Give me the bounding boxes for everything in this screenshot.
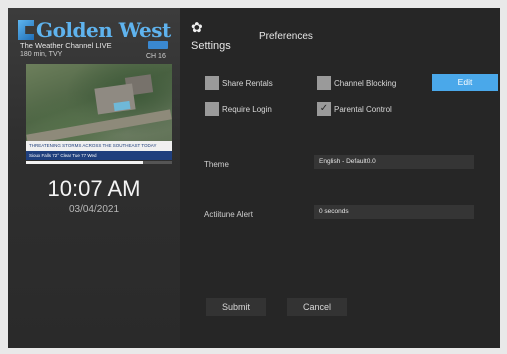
preview-ticker: Sioux Falls 72° Clear Tue 77 Wed: [26, 151, 172, 160]
channel-logo-badge: [148, 41, 168, 49]
share-rentals-checkbox[interactable]: [205, 76, 219, 90]
require-login-label: Require Login: [222, 104, 272, 114]
preview-lower-third: THREATENING STORMS ACROSS THE SOUTHEAST …: [26, 141, 172, 151]
channel-blocking-label: Channel Blocking: [334, 78, 397, 88]
require-login-checkbox[interactable]: [205, 102, 219, 116]
logo-mark-icon: [18, 20, 34, 40]
actiitune-alert-label: Actiitune Alert: [204, 210, 253, 219]
current-time: 10:07 AM: [47, 176, 141, 201]
logo-text: Golden West: [36, 18, 171, 42]
theme-select[interactable]: English - Default0.0: [314, 155, 474, 169]
share-rentals-option[interactable]: Share Rentals: [205, 76, 273, 90]
live-preview[interactable]: THREATENING STORMS ACROSS THE SOUTHEAST …: [26, 64, 172, 160]
gear-icon: ✿: [191, 20, 203, 36]
channel-number: CH 16: [146, 53, 166, 60]
program-progress-fill: [26, 161, 143, 164]
cancel-button[interactable]: Cancel: [287, 298, 347, 316]
parental-control-label: Parental Control: [334, 104, 392, 114]
edit-button[interactable]: Edit: [432, 74, 498, 91]
require-login-option[interactable]: Require Login: [205, 102, 272, 116]
checkmark-icon: ✓: [319, 103, 329, 114]
current-date: 03/04/2021: [68, 204, 120, 215]
program-info: 180 min, TVY: [20, 51, 63, 58]
page-title: Preferences: [259, 31, 313, 42]
settings-label: Settings: [191, 40, 231, 52]
channel-name: The Weather Channel LIVE: [20, 41, 112, 50]
channel-blocking-checkbox[interactable]: [317, 76, 331, 90]
parental-control-option[interactable]: ✓ Parental Control: [317, 102, 392, 116]
provider-logo: Golden West: [18, 16, 171, 44]
parental-control-checkbox[interactable]: ✓: [317, 102, 331, 116]
actiitune-alert-select[interactable]: 0 seconds: [314, 205, 474, 219]
program-progress: [26, 161, 172, 164]
preview-road: [26, 109, 172, 145]
submit-button[interactable]: Submit: [206, 298, 266, 316]
channel-panel: Golden West The Weather Channel LIVE 180…: [8, 8, 180, 348]
channel-blocking-option[interactable]: Channel Blocking: [317, 76, 396, 90]
share-rentals-label: Share Rentals: [222, 78, 273, 88]
theme-label: Theme: [204, 160, 229, 169]
tv-screen: Golden West The Weather Channel LIVE 180…: [8, 8, 500, 348]
